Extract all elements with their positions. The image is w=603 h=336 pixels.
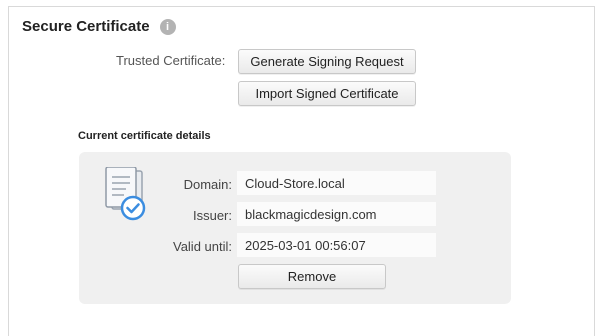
section-title: Secure Certificate i	[22, 18, 176, 35]
generate-signing-request-button[interactable]: Generate Signing Request	[238, 49, 416, 74]
issuer-label: Issuer:	[192, 208, 232, 223]
section-title-text: Secure Certificate	[22, 18, 150, 35]
valid-until-label: Valid until:	[172, 239, 232, 254]
remove-button[interactable]: Remove	[238, 264, 386, 289]
import-signed-certificate-button[interactable]: Import Signed Certificate	[238, 81, 416, 106]
valid-until-value: 2025-03-01 00:56:07	[237, 233, 436, 257]
issuer-value: blackmagicdesign.com	[237, 202, 436, 226]
trusted-certificate-label: Trusted Certificate:	[116, 53, 226, 68]
domain-label: Domain:	[183, 177, 232, 192]
domain-value: Cloud-Store.local	[237, 171, 436, 195]
current-certificate-details-heading: Current certificate details	[78, 130, 211, 142]
info-icon[interactable]: i	[159, 18, 176, 35]
